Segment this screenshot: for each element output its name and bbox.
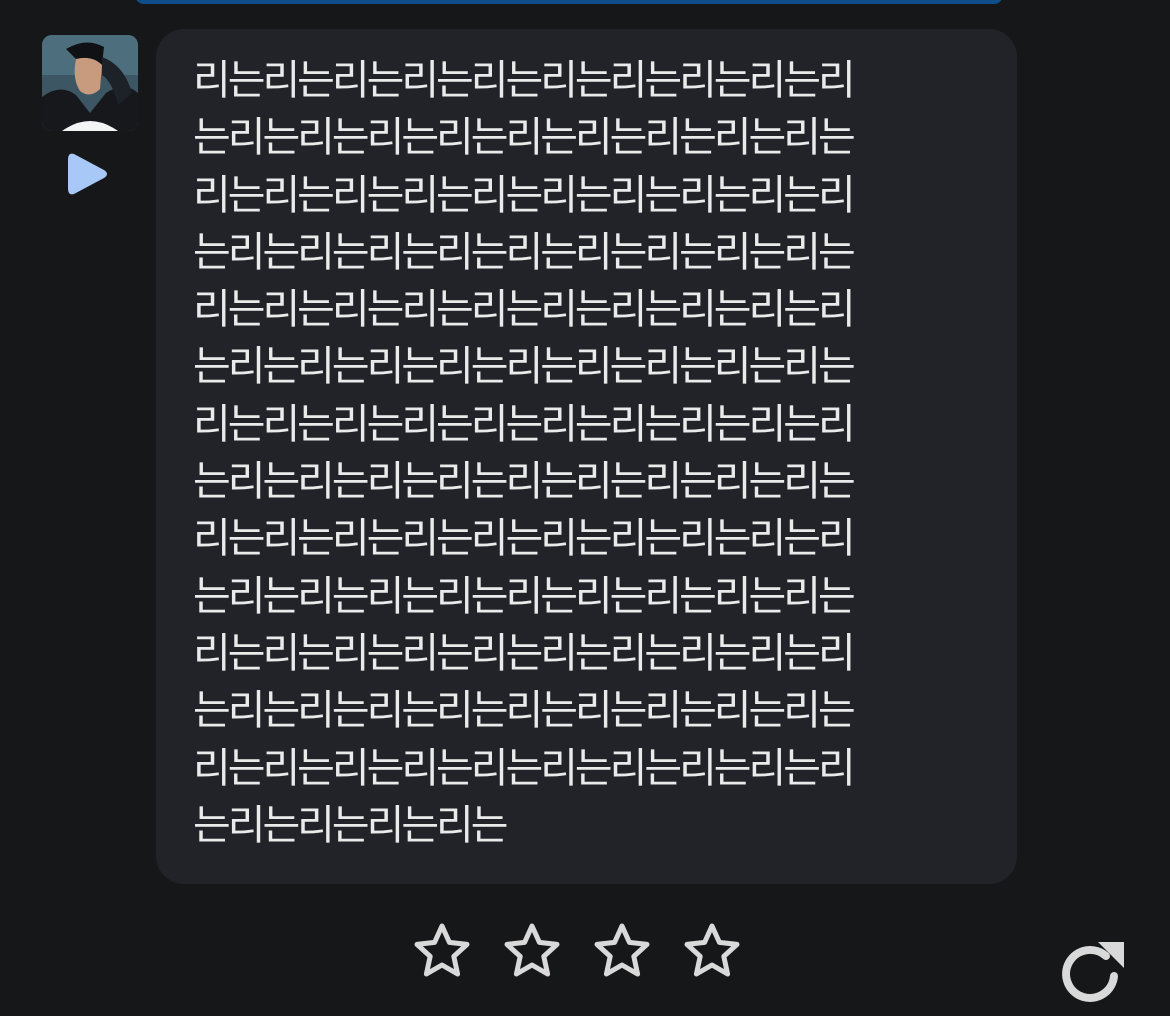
message-line: 리는리는리는리는리는리는리는리는리는리 bbox=[193, 628, 856, 677]
previous-message-bar bbox=[135, 0, 1003, 4]
character-avatar[interactable] bbox=[42, 35, 138, 131]
play-icon[interactable] bbox=[66, 150, 110, 198]
star-outline-icon[interactable] bbox=[500, 920, 564, 984]
message-text: 리는리는리는리는리는리는리는리는리는리 는리는리는리는리는리는리는리는리는리는 … bbox=[193, 52, 983, 854]
message-line: 리는리는리는리는리는리는리는리는리는리 bbox=[193, 56, 856, 104]
message-line: 리는리는리는리는리는리는리는리는리는리 bbox=[193, 399, 856, 448]
message-line: 리는리는리는리는리는리는리는리는리는리 bbox=[193, 285, 856, 334]
message-line: 리는리는리는리는리는리는리는리는리는리 bbox=[193, 170, 856, 219]
star-outline-icon[interactable] bbox=[590, 920, 654, 984]
avatar-image bbox=[42, 35, 138, 131]
regenerate-icon[interactable] bbox=[1056, 938, 1128, 1010]
star-rating bbox=[410, 920, 744, 984]
message-line: 리는리는리는리는리는리는리는리는리는리 bbox=[193, 743, 856, 792]
message-line: 는리는리는리는리는리는리는리는리는리는 bbox=[193, 686, 856, 735]
message-line: 는리는리는리는리는리는리는리는리는리는 bbox=[193, 342, 856, 391]
message-line: 는리는리는리는리는리는리는리는리는리는 bbox=[193, 571, 856, 620]
message-line: 리는리는리는리는리는리는리는리는리는리 bbox=[193, 514, 856, 563]
message-bubble: 리는리는리는리는리는리는리는리는리는리 는리는리는리는리는리는리는리는리는리는 … bbox=[156, 29, 1017, 884]
star-outline-icon[interactable] bbox=[410, 920, 474, 984]
message-line: 는리는리는리는리는리는리는리는리는리는 bbox=[193, 227, 856, 276]
message-line: 는리는리는리는리는리는리는리는리는리는 bbox=[193, 457, 856, 506]
star-outline-icon[interactable] bbox=[680, 920, 744, 984]
message-line: 는리는리는리는리는 bbox=[193, 800, 508, 849]
message-line: 는리는리는리는리는리는리는리는리는리는 bbox=[193, 113, 856, 162]
